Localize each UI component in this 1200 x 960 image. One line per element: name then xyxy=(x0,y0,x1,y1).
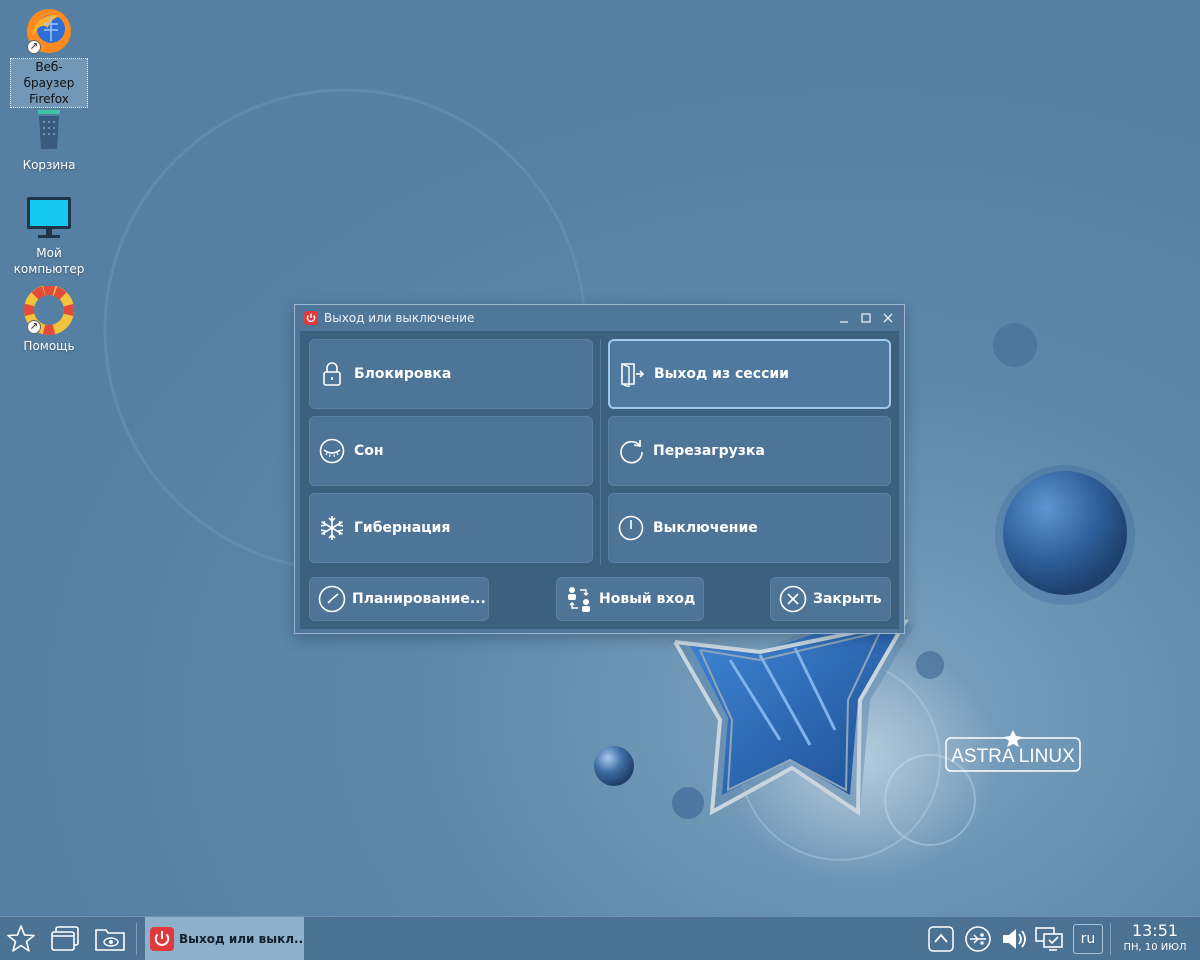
close-icon xyxy=(883,313,893,323)
dialog-titlebar[interactable]: Выход или выключение xyxy=(295,305,904,331)
switch-user-icon xyxy=(568,587,590,612)
logout-button[interactable]: Выход из сессии xyxy=(608,339,891,409)
folder-eye-icon xyxy=(95,929,125,951)
clock-date: ПН, 10 ИЮЛ xyxy=(1123,942,1187,953)
window-switcher-button[interactable] xyxy=(46,921,84,957)
power-icon xyxy=(618,515,644,541)
maximize-button[interactable] xyxy=(858,310,874,326)
brand-logo-text: ASTRA LINUX xyxy=(951,746,1075,767)
minimize-icon xyxy=(840,321,848,323)
desktop-icon-help[interactable]: ↗ Помощь xyxy=(10,285,88,354)
lock-icon xyxy=(323,362,341,386)
column-divider xyxy=(600,339,601,565)
logout-label: Выход из сессии xyxy=(654,366,789,382)
new-login-button[interactable]: Новый вход xyxy=(556,577,704,621)
windows-icon xyxy=(51,926,79,951)
tray-expand-button[interactable] xyxy=(925,923,957,955)
new-login-label: Новый вход xyxy=(599,591,696,607)
reboot-label: Перезагрузка xyxy=(653,443,765,459)
schedule-button[interactable]: Планирование... xyxy=(309,577,489,621)
desktop-icon-label: Корзина xyxy=(22,158,76,172)
lifebuoy-icon: ↗ xyxy=(24,285,74,336)
start-menu-button[interactable] xyxy=(3,921,39,957)
sleep-label: Сон xyxy=(354,443,384,459)
desktop-icon-firefox[interactable]: ↗ Веб-браузер Firefox xyxy=(10,6,88,108)
close-button[interactable]: Закрыть xyxy=(770,577,891,621)
dialog-title: Выход или выключение xyxy=(324,311,475,325)
volume-button[interactable] xyxy=(998,923,1030,955)
power-app-icon xyxy=(304,311,318,325)
volume-icon xyxy=(1003,929,1026,949)
desktop-icon-trash[interactable]: Корзина xyxy=(10,105,88,173)
taskbar: Выход или выкл... ru 13:51 ПН, 10 ИЮЛ xyxy=(0,916,1200,960)
network-button[interactable] xyxy=(962,923,994,955)
reboot-icon xyxy=(620,440,643,464)
file-manager-button[interactable] xyxy=(90,921,130,957)
lock-label: Блокировка xyxy=(354,366,452,382)
lock-button[interactable]: Блокировка xyxy=(309,339,593,409)
snowflake-icon xyxy=(320,516,344,540)
desktop-icon-label: Мой компьютер xyxy=(13,246,85,276)
shortcut-arrow-icon: ↗ xyxy=(27,40,41,54)
hibernate-button[interactable]: Гибернация xyxy=(309,493,593,563)
clock[interactable]: 13:51 ПН, 10 ИЮЛ xyxy=(1114,921,1196,955)
shortcut-arrow-icon: ↗ xyxy=(27,320,41,334)
schedule-label: Планирование... xyxy=(352,591,486,607)
shutdown-label: Выключение xyxy=(653,520,758,536)
close-label: Закрыть xyxy=(813,591,882,607)
clock-time: 13:51 xyxy=(1131,921,1179,940)
desktop-icon-my-computer[interactable]: Мой компьютер xyxy=(10,193,88,277)
chevron-up-icon xyxy=(928,926,954,952)
logout-door-icon xyxy=(621,363,645,387)
desktop-icon-label: Помощь xyxy=(23,339,75,353)
power-app-icon xyxy=(150,927,174,951)
sleep-button[interactable]: Сон xyxy=(309,416,593,486)
dialog-content: Блокировка Выход из сессии Сон Перезагру… xyxy=(300,331,899,629)
keyboard-layout-button[interactable]: ru xyxy=(1073,924,1103,954)
star-menu-icon xyxy=(7,925,35,952)
close-circle-icon xyxy=(779,585,807,613)
hibernate-label: Гибернация xyxy=(354,520,451,536)
maximize-icon xyxy=(861,313,871,323)
taskbar-separator xyxy=(1110,923,1111,955)
display-icon xyxy=(1035,927,1063,951)
task-title: Выход или выкл... xyxy=(179,932,304,946)
monitor-icon xyxy=(24,193,74,243)
reboot-button[interactable]: Перезагрузка xyxy=(608,416,891,486)
task-logout-dialog[interactable]: Выход или выкл... xyxy=(145,917,304,960)
network-icon xyxy=(965,926,991,952)
trash-icon xyxy=(24,105,74,155)
minimize-button[interactable] xyxy=(836,310,852,326)
display-button[interactable] xyxy=(1034,923,1066,955)
taskbar-separator xyxy=(136,923,137,955)
sleep-eye-icon xyxy=(319,438,345,464)
clock-icon xyxy=(318,585,346,613)
shutdown-button[interactable]: Выключение xyxy=(608,493,891,563)
close-window-button[interactable] xyxy=(880,310,896,326)
desktop-icon-label: Веб-браузер Firefox xyxy=(10,58,88,108)
logout-dialog: Выход или выключение Блокировка Выход из… xyxy=(294,304,905,634)
firefox-icon: ↗ xyxy=(24,6,74,56)
